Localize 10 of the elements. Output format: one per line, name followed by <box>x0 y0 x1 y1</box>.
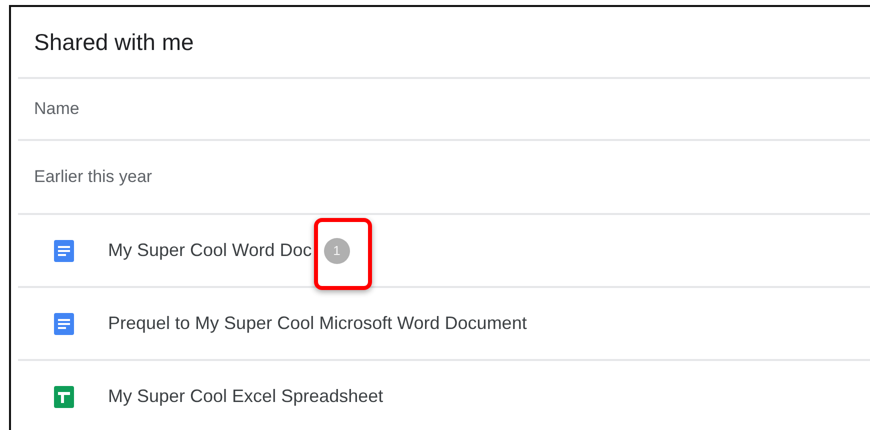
document-icon <box>54 312 74 334</box>
page-title: Shared with me <box>34 28 194 56</box>
file-name: My Super Cool Word Doc <box>108 240 312 261</box>
spreadsheet-icon <box>54 386 74 408</box>
count-badge: 1 <box>324 238 350 264</box>
section-heading: Earlier this year <box>34 167 152 187</box>
file-name: Prequel to My Super Cool Microsoft Word Document <box>108 313 527 334</box>
column-header[interactable]: Name <box>34 99 80 119</box>
file-name: My Super Cool Excel Spreadsheet <box>108 386 384 407</box>
document-icon <box>54 240 74 262</box>
